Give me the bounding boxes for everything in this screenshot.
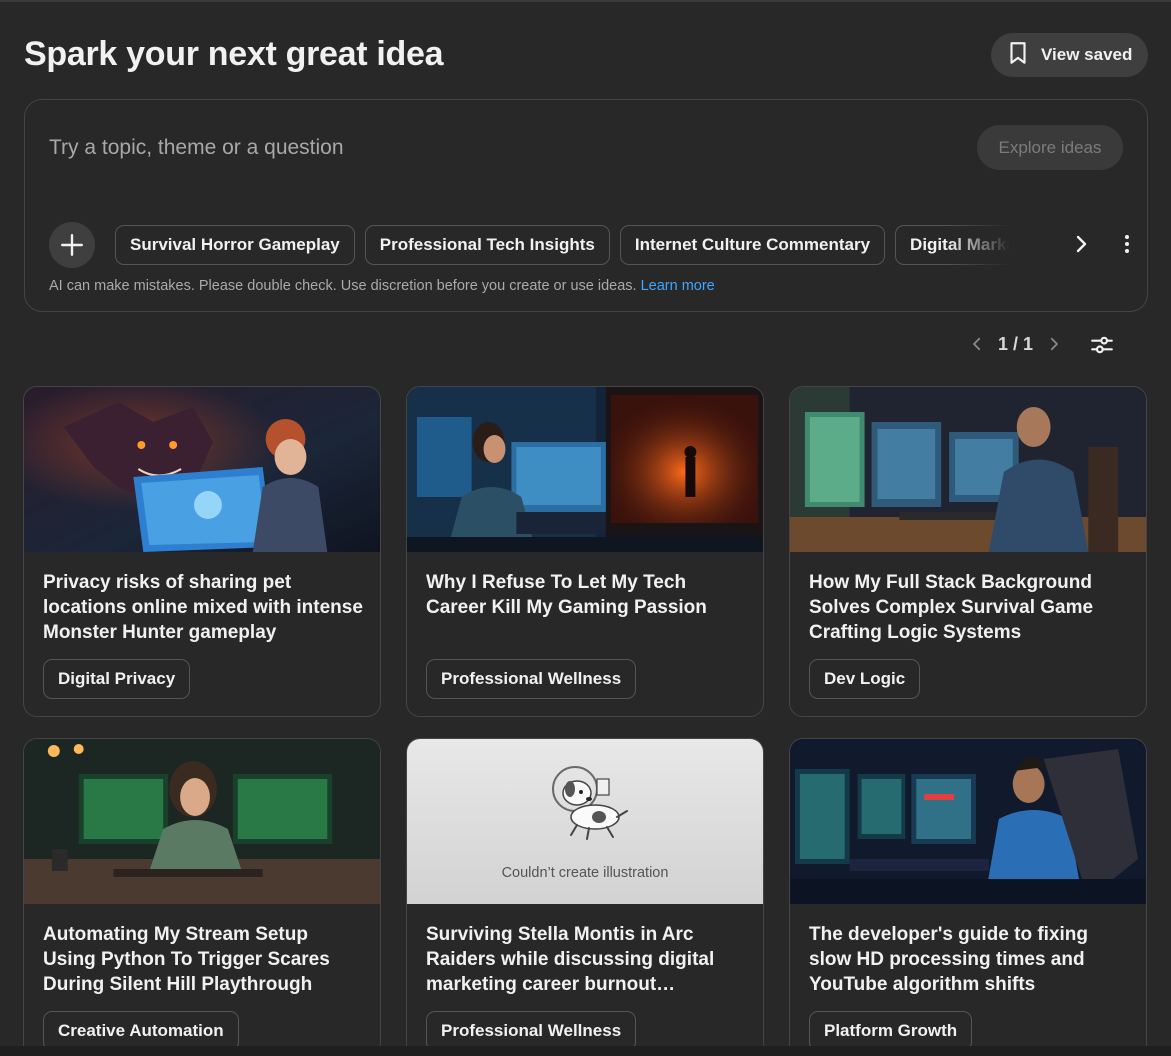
next-page-button[interactable] bbox=[1043, 330, 1065, 358]
astronaut-dog-icon bbox=[552, 766, 628, 840]
chips-viewport: Survival Horror Gameplay Professional Te… bbox=[115, 225, 1037, 265]
idea-prompt-panel: Explore ideas Survival Horror Gameplay P… bbox=[24, 99, 1148, 312]
card-title: How My Full Stack Background Solves Comp… bbox=[809, 572, 1094, 643]
idea-card[interactable]: Why I Refuse To Let My Tech Career Kill … bbox=[406, 386, 764, 717]
card-title: Automating My Stream Setup Using Python … bbox=[43, 924, 330, 995]
card-thumbnail bbox=[24, 739, 380, 904]
chevron-right-icon bbox=[1076, 235, 1087, 253]
filter-settings-button[interactable] bbox=[1089, 332, 1115, 358]
card-tag[interactable]: Creative Automation bbox=[43, 1011, 239, 1051]
idea-card[interactable]: Automating My Stream Setup Using Python … bbox=[23, 738, 381, 1056]
chips-track: Survival Horror Gameplay Professional Te… bbox=[115, 225, 1037, 265]
topic-input[interactable] bbox=[49, 130, 929, 166]
card-title: The developer's guide to fixing slow HD … bbox=[809, 924, 1088, 995]
card-thumbnail bbox=[24, 387, 380, 552]
chevron-left-icon bbox=[973, 337, 981, 351]
ai-disclaimer: AI can make mistakes. Please double chec… bbox=[49, 278, 715, 294]
idea-card[interactable]: How My Full Stack Background Solves Comp… bbox=[789, 386, 1147, 717]
bottom-strip bbox=[0, 1046, 1171, 1056]
view-saved-button[interactable]: View saved bbox=[991, 33, 1148, 77]
top-divider bbox=[0, 0, 1171, 2]
card-thumbnail bbox=[407, 387, 763, 552]
card-title: Privacy risks of sharing pet locations o… bbox=[43, 572, 363, 643]
card-thumbnail bbox=[790, 387, 1146, 552]
page-title: Spark your next great idea bbox=[24, 35, 444, 73]
add-button[interactable] bbox=[49, 222, 95, 268]
tune-icon bbox=[1091, 336, 1113, 354]
chips-more-button[interactable] bbox=[1115, 232, 1139, 256]
chevron-right-icon bbox=[1050, 337, 1058, 351]
bookmark-icon bbox=[1005, 40, 1031, 71]
card-thumbnail bbox=[790, 739, 1146, 904]
page-header: Spark your next great idea View saved bbox=[24, 33, 1148, 78]
explore-ideas-button[interactable]: Explore ideas bbox=[977, 125, 1123, 170]
card-tag[interactable]: Professional Wellness bbox=[426, 1011, 637, 1051]
page-indicator: 1 / 1 bbox=[998, 333, 1034, 354]
suggestion-chips-row: Survival Horror Gameplay Professional Te… bbox=[49, 222, 1129, 268]
card-tag[interactable]: Digital Privacy bbox=[43, 659, 191, 699]
suggestion-chip[interactable]: Professional Tech Insights bbox=[364, 225, 610, 265]
card-thumbnail: Couldn’t create illustration bbox=[407, 739, 763, 904]
card-title: Surviving Stella Montis in Arc Raiders w… bbox=[426, 924, 715, 995]
view-saved-label: View saved bbox=[1041, 45, 1133, 64]
plus-icon bbox=[61, 234, 83, 256]
idea-card[interactable]: Couldn’t create illustration Surviving S… bbox=[406, 738, 764, 1056]
suggestion-chip[interactable]: Survival Horror Gameplay bbox=[115, 225, 355, 265]
card-tag[interactable]: Professional Wellness bbox=[426, 659, 637, 699]
illustration-error-text: Couldn’t create illustration bbox=[501, 865, 669, 881]
learn-more-link[interactable]: Learn more bbox=[641, 278, 715, 294]
card-tag[interactable]: Platform Growth bbox=[809, 1011, 973, 1051]
pagination: 1 / 1 bbox=[966, 330, 1065, 358]
disclaimer-text: AI can make mistakes. Please double chec… bbox=[49, 278, 637, 294]
chips-next-button[interactable] bbox=[1069, 232, 1093, 256]
idea-card[interactable]: The developer's guide to fixing slow HD … bbox=[789, 738, 1147, 1056]
suggestion-chip[interactable]: Internet Culture Commentary bbox=[619, 225, 886, 265]
chips-fade bbox=[947, 225, 1037, 265]
previous-page-button[interactable] bbox=[966, 330, 988, 358]
more-vert-icon bbox=[1125, 235, 1129, 253]
card-tag[interactable]: Dev Logic bbox=[809, 659, 921, 699]
idea-card[interactable]: Privacy risks of sharing pet locations o… bbox=[23, 386, 381, 717]
card-title: Why I Refuse To Let My Tech Career Kill … bbox=[426, 572, 707, 618]
